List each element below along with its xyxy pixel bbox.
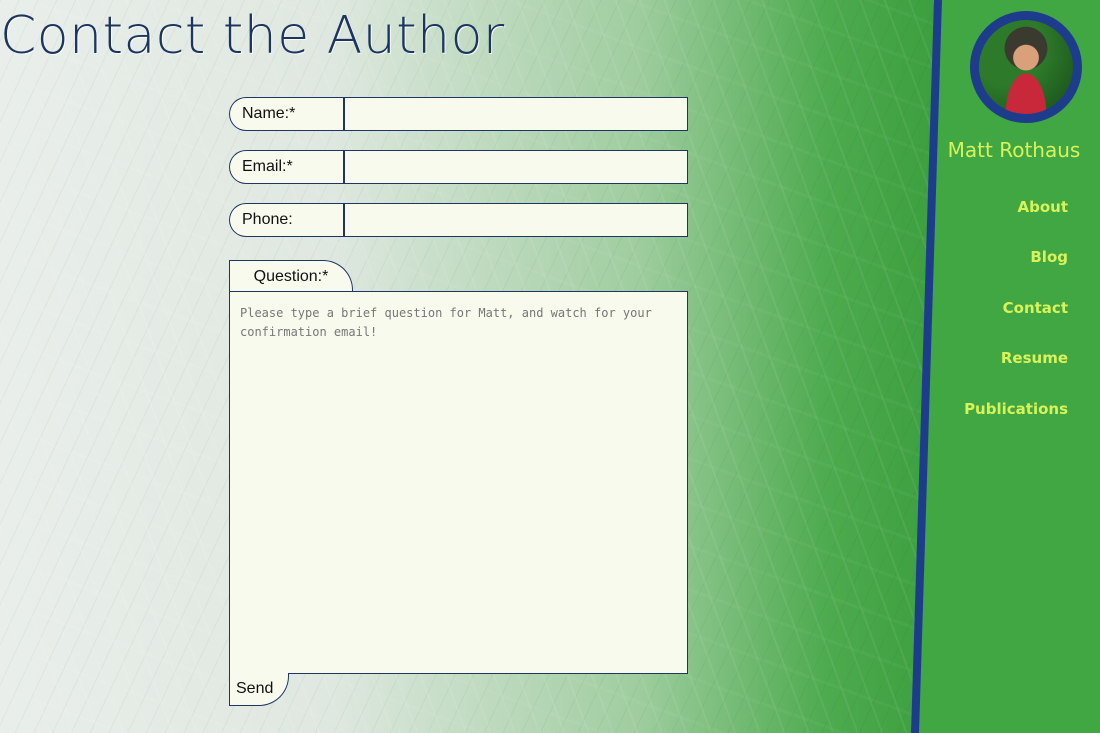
email-input[interactable] — [343, 150, 688, 184]
page-title: Contact the Author — [0, 6, 505, 66]
question-textarea[interactable] — [229, 291, 688, 674]
name-label: Name:* — [229, 97, 343, 131]
nav-contact[interactable]: Contact — [964, 295, 1068, 345]
author-name: Matt Rothaus — [947, 138, 1081, 162]
email-row: Email:* — [229, 150, 688, 184]
author-avatar[interactable] — [970, 11, 1082, 123]
main-nav: About Blog Contact Resume Publications — [964, 194, 1068, 446]
name-input[interactable] — [343, 97, 688, 131]
nav-blog[interactable]: Blog — [964, 244, 1068, 294]
name-row: Name:* — [229, 97, 688, 131]
question-label: Question:* — [229, 260, 353, 292]
phone-label: Phone: — [229, 203, 343, 237]
nav-about[interactable]: About — [964, 194, 1068, 244]
email-label: Email:* — [229, 150, 343, 184]
phone-row: Phone: — [229, 203, 688, 237]
nav-resume[interactable]: Resume — [964, 345, 1068, 395]
phone-input[interactable] — [343, 203, 688, 237]
send-button[interactable]: Send — [229, 673, 289, 706]
nav-publications[interactable]: Publications — [964, 396, 1068, 446]
